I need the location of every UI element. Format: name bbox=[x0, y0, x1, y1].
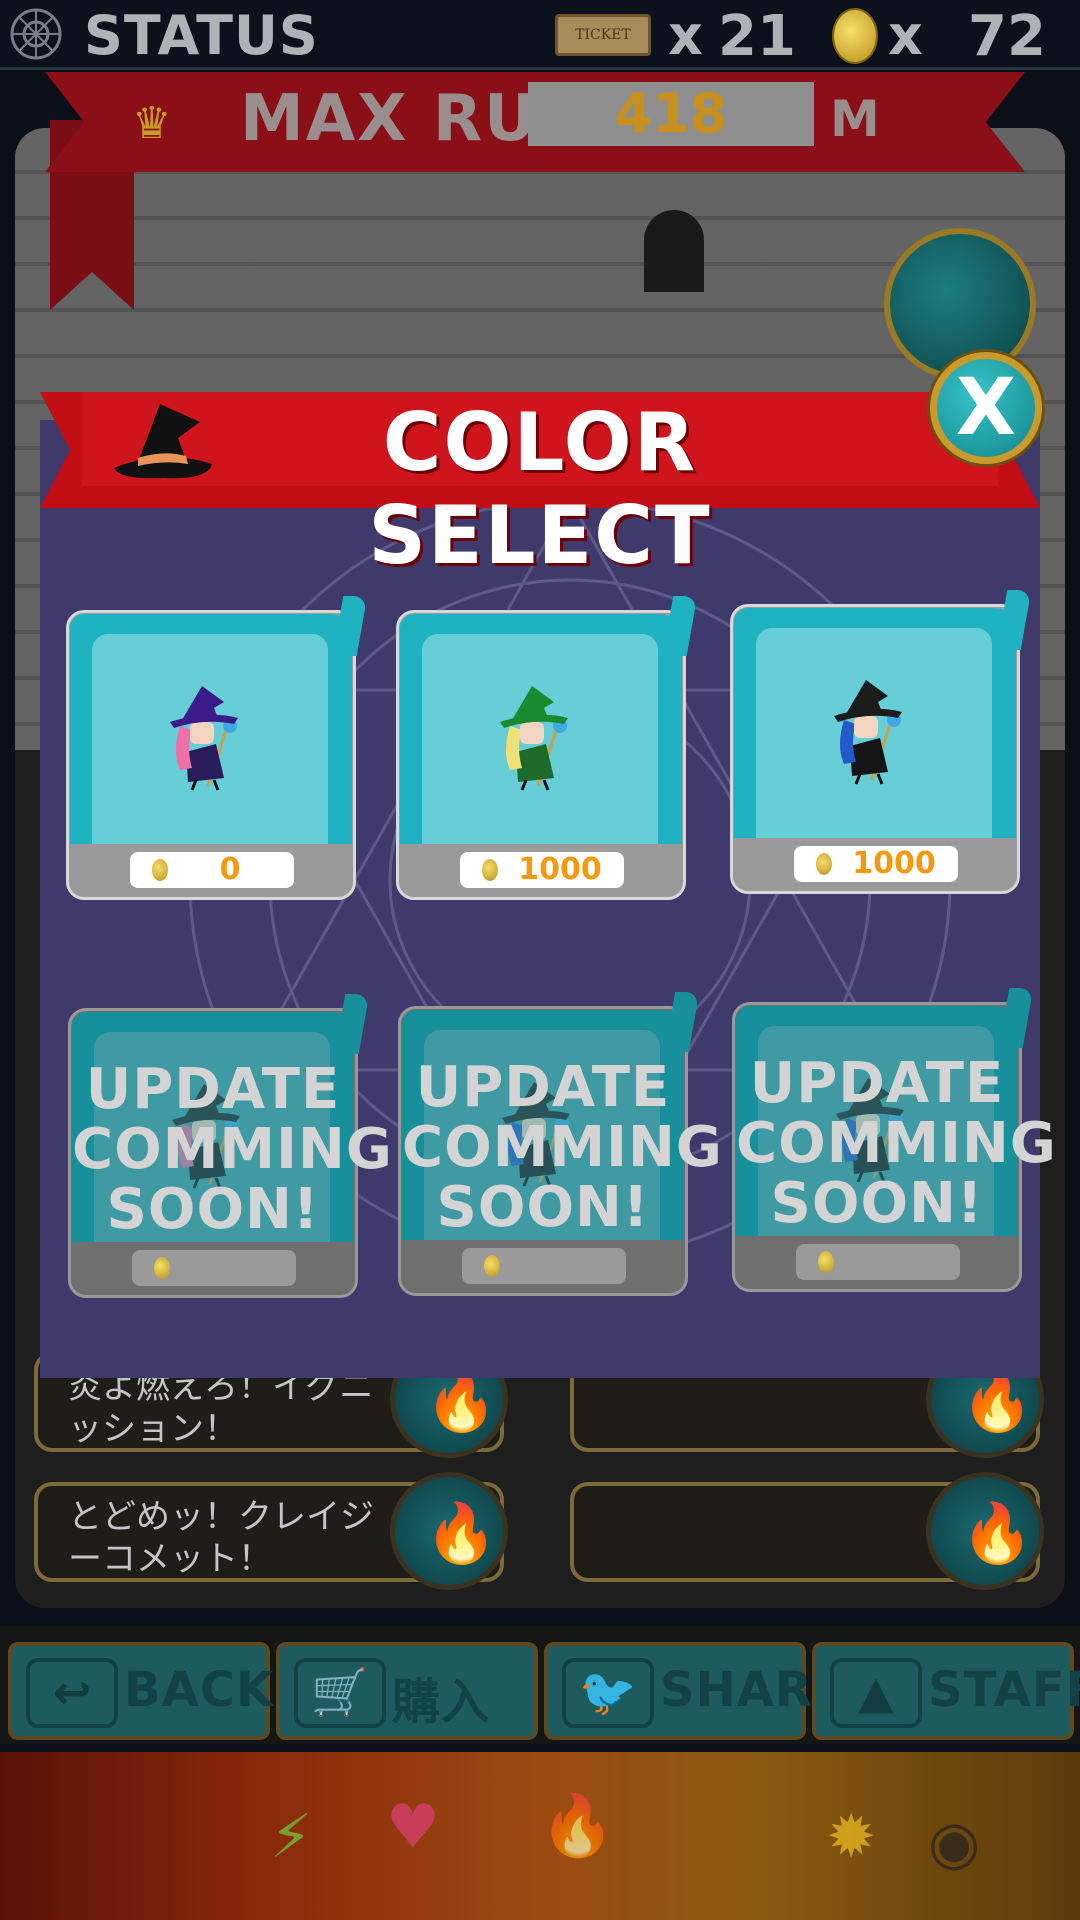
settings-gear-icon[interactable] bbox=[8, 6, 64, 62]
dialog-title: COLOR SELECT bbox=[368, 396, 712, 582]
back-arrow-icon: ↩ bbox=[26, 1658, 118, 1728]
card-price-tag bbox=[462, 1248, 626, 1284]
back-button[interactable]: ↩ BACK bbox=[8, 1642, 273, 1740]
max-run-value: 418 bbox=[528, 82, 814, 146]
witch-hat-icon: ▲ bbox=[830, 1658, 922, 1728]
cart-icon: 🛒 bbox=[294, 1658, 386, 1728]
coin-count: 72 bbox=[968, 4, 1046, 69]
ticket-count: 21 bbox=[718, 4, 796, 69]
max-run-unit: M bbox=[830, 90, 880, 148]
ticket-icon: TICKET bbox=[555, 14, 651, 56]
card-price: 0 bbox=[219, 852, 241, 887]
castle-door bbox=[644, 210, 704, 292]
back-label: BACK bbox=[124, 1662, 275, 1718]
locked-color-card: UPDATE COMMING SOON! bbox=[68, 994, 393, 1298]
status-bar: STATUS TICKET x 21 x 72 bbox=[0, 0, 1080, 70]
coin-icon bbox=[484, 1255, 500, 1277]
locked-color-card: UPDATE COMMING SOON! bbox=[398, 992, 723, 1296]
color-card[interactable]: 0 bbox=[66, 596, 368, 900]
card-price-tag: 0 bbox=[130, 852, 294, 888]
witch-hat-icon bbox=[114, 404, 212, 479]
sun-icon: ✹ bbox=[826, 1802, 877, 1872]
update-coming-soon-label: UPDATE COMMING SOON! bbox=[402, 1055, 723, 1240]
update-coming-soon-label: UPDATE COMMING SOON! bbox=[72, 1057, 393, 1242]
skill-slot-text: とどめッ！クレイジーコメット！ bbox=[68, 1497, 374, 1579]
fire-skill-icon[interactable]: 🔥 bbox=[926, 1472, 1044, 1590]
color-card[interactable]: 1000 bbox=[396, 596, 698, 900]
close-icon: X bbox=[955, 363, 1017, 453]
flame-icon: 🔥 bbox=[540, 1791, 615, 1861]
status-title: STATUS bbox=[84, 4, 319, 67]
locked-color-card: UPDATE COMMING SOON! bbox=[732, 988, 1057, 1292]
coin-icon bbox=[816, 853, 832, 875]
close-button[interactable]: X bbox=[930, 352, 1042, 464]
coin-icon bbox=[482, 859, 498, 881]
card-price-tag bbox=[796, 1244, 960, 1280]
heart-icon: ♥ bbox=[386, 1792, 440, 1862]
staff-label: STAFF bbox=[928, 1662, 1080, 1718]
card-price-tag: 1000 bbox=[794, 846, 958, 882]
card-price: 1000 bbox=[518, 852, 602, 887]
card-price-tag: 1000 bbox=[460, 852, 624, 888]
twitter-bird-icon: 🐦 bbox=[562, 1658, 654, 1728]
footer-artwork: ⚡ ♥ 🔥 ✹ ◉ bbox=[0, 1752, 1080, 1920]
coin-icon bbox=[818, 1251, 834, 1273]
card-price: 1000 bbox=[852, 846, 936, 881]
update-coming-soon-label: UPDATE COMMING SOON! bbox=[736, 1051, 1057, 1236]
coin-icon bbox=[154, 1257, 170, 1279]
ticket-multiplier: x bbox=[668, 4, 703, 67]
share-button[interactable]: 🐦 SHARE bbox=[544, 1642, 846, 1740]
lightning-icon: ⚡ bbox=[270, 1802, 313, 1872]
coin-multiplier: x bbox=[888, 4, 923, 67]
buy-button[interactable]: 🛒 購入 bbox=[276, 1642, 538, 1740]
coin-icon bbox=[152, 859, 168, 881]
cat-emblem-icon[interactable]: ◉ bbox=[928, 1808, 980, 1878]
card-price-tag bbox=[132, 1250, 296, 1286]
witch-character-icon bbox=[500, 686, 568, 791]
witch-character-icon bbox=[834, 680, 902, 785]
witch-character-icon bbox=[170, 686, 238, 791]
buy-label: 購入 bbox=[392, 1674, 491, 1730]
fire-skill-icon[interactable]: 🔥 bbox=[390, 1472, 508, 1590]
coin-icon bbox=[832, 8, 878, 64]
color-card[interactable]: 1000 bbox=[730, 590, 1032, 894]
staff-button[interactable]: ▲ STAFF bbox=[812, 1642, 1080, 1740]
crown-icon: ♛ bbox=[132, 98, 172, 149]
